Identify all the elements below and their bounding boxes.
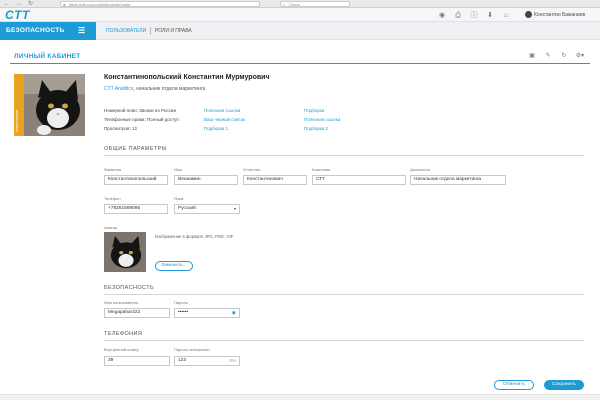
security-section-heading: БЕЗОПАСНОСТЬ xyxy=(104,285,584,295)
back-icon[interactable]: ← xyxy=(4,0,10,8)
language-select[interactable]: Русский ▾ xyxy=(174,204,240,214)
collection-1-link[interactable]: Подборка 1 xyxy=(204,126,228,131)
collection-2-link[interactable]: Подборка 2 xyxy=(304,126,328,131)
refresh-icon[interactable]: ↻ xyxy=(556,52,572,59)
app-header: CTT ◉ ⎙ ⓘ ⬇ ⌂ Константин Бажанаев xyxy=(0,8,600,22)
useful-link[interactable]: Полезная ссылка xyxy=(204,108,240,113)
page-title: ЛИЧНЫЙ КАБИНЕТ xyxy=(14,53,81,60)
print-icon[interactable]: ⎙ xyxy=(450,12,466,20)
info-views: Просмотров: 12 xyxy=(104,126,137,131)
language-value: Русский xyxy=(178,206,196,211)
section-title-text: БЕЗОПАСНОСТЬ xyxy=(6,27,65,34)
info-icon[interactable]: ⓘ xyxy=(466,10,482,20)
reload-icon[interactable]: ↻ xyxy=(28,0,33,8)
surname-label: Фамилия xyxy=(104,167,121,172)
phone-label: Телефон xyxy=(104,196,121,201)
telephony-password-value: 123 xyxy=(178,358,187,363)
avatar xyxy=(525,11,532,18)
blacklist-link[interactable]: Ваш черный список xyxy=(204,117,245,122)
info-dial-plan: Номерной план: Звонки по России xyxy=(104,108,176,113)
sync-icon[interactable]: ◉ xyxy=(434,11,450,19)
password-field[interactable]: •••••• ◉ xyxy=(174,308,240,318)
patronymic-label: Отчество xyxy=(243,167,261,172)
edit-icon[interactable]: ✎ xyxy=(540,52,556,59)
useful-link-2[interactable]: Полезная ссылка xyxy=(304,117,340,122)
password-value: •••••• xyxy=(178,310,189,315)
browser-search-input[interactable]: ⌕ Поиск xyxy=(280,1,350,7)
avatar-label: Аватар xyxy=(104,225,118,230)
company-field[interactable]: СТТ xyxy=(312,175,406,185)
first-name-label: Имя xyxy=(174,167,182,172)
search-placeholder: Поиск xyxy=(289,2,301,7)
browser-toolbar: ← → ↻ ● https://ctt.com.ru/#/elements/na… xyxy=(0,0,600,8)
avatar-preview xyxy=(104,232,146,272)
menu-icon[interactable]: ☰ xyxy=(78,22,85,40)
search-icon: ⌕ xyxy=(283,2,286,7)
tab-users[interactable]: ПОЛЬЗОВАТЕЛИ xyxy=(106,22,146,40)
cat-thumbnail xyxy=(104,232,146,272)
info-phone-rights: Телефонные права: Полный доступ xyxy=(104,117,179,122)
replace-avatar-button[interactable]: Заменить... xyxy=(155,261,193,271)
user-menu[interactable]: Константин Бажанаев xyxy=(525,11,585,18)
photo-label-strip: Комментарии xyxy=(14,74,24,136)
general-section-heading: ОБЩИЕ ПАРАМЕТРЫ xyxy=(104,146,584,156)
collection-link[interactable]: Подборка xyxy=(304,108,324,113)
profile-name: Константинопольский Константин Мурмурови… xyxy=(104,74,270,81)
home-icon[interactable]: ⌂ xyxy=(498,12,514,19)
company-label: Компания xyxy=(312,167,331,172)
forward-icon[interactable]: → xyxy=(16,0,22,8)
telephony-section-heading: ТЕЛЕФОНИЯ xyxy=(104,331,584,341)
tab-divider xyxy=(150,27,151,35)
position-field[interactable]: Начальник отдела маркетинга xyxy=(410,175,506,185)
app-logo[interactable]: CTT xyxy=(5,8,30,22)
telephony-password-field[interactable]: 123 0% xyxy=(174,356,240,366)
section-nav: БЕЗОПАСНОСТЬ ☰ ПОЛЬЗОВАТЕЛИ РОЛИ И ПРАВА xyxy=(0,22,600,40)
info-row: Телефонные права: Полный доступ Ваш черн… xyxy=(104,117,340,126)
page-footer xyxy=(0,394,600,400)
save-button[interactable]: Сохранить xyxy=(544,380,584,390)
user-name: Константин Бажанаев xyxy=(534,11,586,18)
info-row: Номерной план: Звонки по России Полезная… xyxy=(104,108,324,117)
photo-strip-text: Комментарии xyxy=(15,109,19,132)
avatar-format-hint: Изображение в формате JPG, PNG, GIF xyxy=(155,234,234,239)
profile-info: Номерной план: Звонки по России Полезная… xyxy=(104,108,340,135)
save-icon[interactable]: ▣ xyxy=(524,52,540,59)
org-link[interactable]: CTT Analitics xyxy=(104,86,133,92)
extension-label: Внутренний номер xyxy=(104,347,139,352)
language-label: Язык xyxy=(174,196,184,201)
section-title: БЕЗОПАСНОСТЬ ☰ xyxy=(0,22,96,40)
phone-field[interactable]: +79261589095 xyxy=(104,204,168,214)
password-label: Пароль xyxy=(174,300,188,305)
extension-field[interactable]: 39 xyxy=(104,356,170,366)
info-row: Просмотров: 12 Подборка 1 Подборка 2 xyxy=(104,126,328,135)
show-password-icon[interactable]: ◉ xyxy=(232,309,236,317)
header-icons: ◉ ⎙ ⓘ ⬇ ⌂ xyxy=(434,10,514,20)
download-icon[interactable]: ⬇ xyxy=(482,11,498,19)
telephony-password-label: Пароль телефонии xyxy=(174,347,210,352)
page-actions: ▣ ✎ ↻ ⚙▾ xyxy=(524,52,588,59)
username-field[interactable]: Megapahar322 xyxy=(104,308,170,318)
first-name-field[interactable]: Вениамин xyxy=(174,175,238,185)
profile-photo: Комментарии xyxy=(14,74,85,136)
org-position: , начальник отдела маркетинга xyxy=(133,86,206,92)
tab-roles[interactable]: РОЛИ И ПРАВА xyxy=(155,22,192,40)
surname-field[interactable]: Константинопольский xyxy=(104,175,168,185)
position-label: Должность xyxy=(410,167,431,172)
url-text: https://ctt.com.ru/#/elements/name xyxy=(69,2,131,7)
profile-organization: CTT Analitics, начальник отдела маркетин… xyxy=(104,86,205,92)
telephony-password-strength: 0% xyxy=(229,358,236,363)
patronymic-field[interactable]: Константинович xyxy=(243,175,307,185)
chevron-down-icon: ▾ xyxy=(233,206,236,211)
address-bar[interactable]: ● https://ctt.com.ru/#/elements/name xyxy=(60,1,260,7)
username-label: Имя пользователя xyxy=(104,300,139,305)
cancel-button[interactable]: Отменить xyxy=(494,380,534,390)
lock-icon: ● xyxy=(63,2,66,7)
page-header: ЛИЧНЫЙ КАБИНЕТ ▣ ✎ ↻ ⚙▾ xyxy=(10,48,590,64)
gear-icon[interactable]: ⚙▾ xyxy=(572,52,588,59)
cat-photo xyxy=(24,74,85,136)
